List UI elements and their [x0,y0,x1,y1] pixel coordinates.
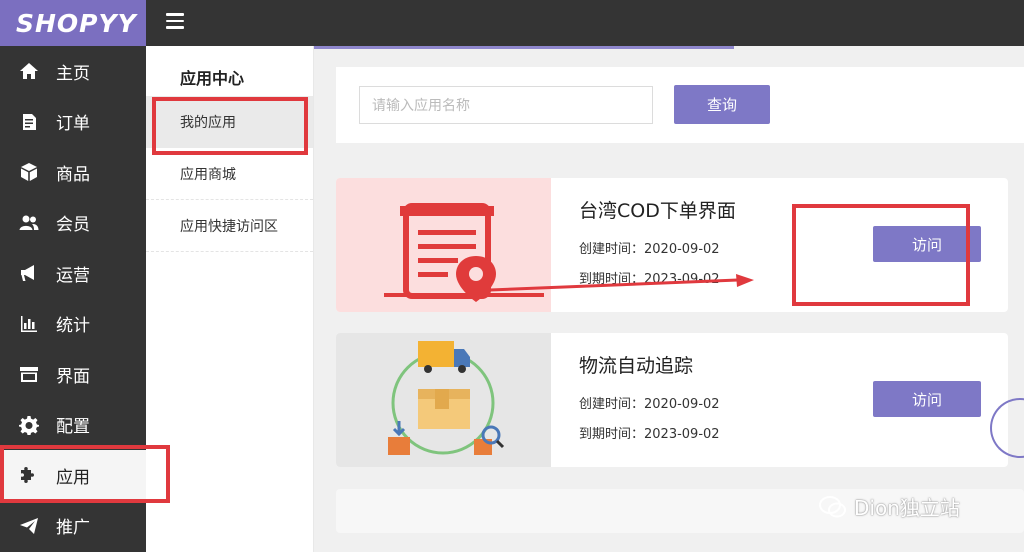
sidebar-item-label: 应用 [56,467,90,488]
app-center-subnav: 应用中心 我的应用 应用商城 应用快捷访问区 [146,46,314,552]
sidebar-item-statistics[interactable]: 统计 [0,299,146,350]
search-button[interactable]: 查询 [674,85,770,124]
sidebar-item-label: 配置 [56,417,90,438]
top-bar [146,0,1024,46]
sidebar-item-label: 会员 [56,215,90,236]
box-icon [18,161,40,183]
subnav-item-quick-access[interactable]: 应用快捷访问区 [146,200,313,252]
logistics-tracking-icon [336,333,551,467]
watermark: Dion独立站 [818,492,960,521]
brand-logo[interactable]: SHOPYY [0,0,146,46]
sidebar-item-apps[interactable]: 应用 [0,450,146,501]
visit-button[interactable]: 访问 [873,226,981,262]
visit-button[interactable]: 访问 [873,381,981,417]
menu-toggle-icon[interactable] [166,13,184,29]
gear-icon [18,414,40,436]
sidebar-item-settings[interactable]: 配置 [0,400,146,451]
app-search-input[interactable]: 请输入应用名称 [359,86,653,124]
sidebar-item-operations[interactable]: 运营 [0,248,146,299]
document-icon [18,111,40,133]
app-created-date: 创建时间：2020-09-02 [579,397,720,412]
sidebar-item-label: 界面 [56,366,90,387]
main-content: 请输入应用名称 查询 台湾COD下单界面 创建时间：2020-09-02 到期时… [314,49,1024,552]
sidebar-item-label: 订单 [56,114,90,135]
sidebar-item-products[interactable]: 商品 [0,147,146,198]
sidebar-item-promotion[interactable]: 推广 [0,501,146,552]
app-created-date: 创建时间：2020-09-02 [579,242,720,257]
main-sidebar: SHOPYY 主页 订单 商品 会员 运营 统计 界面 配置 应用 推广 [0,0,146,552]
bar-chart-icon [18,313,40,335]
watermark-text: Dion独立站 [854,496,960,520]
sidebar-item-label: 主页 [56,63,90,84]
sidebar-item-label: 运营 [56,265,90,286]
paper-plane-icon [18,515,40,537]
sidebar-item-label: 统计 [56,316,90,337]
wechat-icon [819,495,846,517]
home-icon [18,60,40,82]
app-expiry-date: 到期时间：2023-09-02 [579,427,720,442]
sidebar-item-home[interactable]: 主页 [0,46,146,97]
subnav-title: 应用中心 [180,69,245,88]
storefront-icon [18,363,40,385]
subnav-item-app-store[interactable]: 应用商城 [146,148,313,200]
app-card: 物流自动追踪 创建时间：2020-09-02 到期时间：2023-09-02 访… [336,333,1008,467]
puzzle-icon [18,464,40,486]
megaphone-icon [18,262,40,284]
main-nav: 主页 订单 商品 会员 运营 统计 界面 配置 应用 推广 [0,46,146,551]
sidebar-item-interface[interactable]: 界面 [0,349,146,400]
sidebar-item-orders[interactable]: 订单 [0,97,146,148]
subnav-item-my-apps[interactable]: 我的应用 [146,96,313,148]
search-panel: 请输入应用名称 查询 [336,67,1024,143]
annotation-arrow-icon [490,274,754,292]
app-name: 物流自动追踪 [579,355,694,377]
app-name: 台湾COD下单界面 [579,200,736,222]
sidebar-item-label: 商品 [56,164,90,185]
users-icon [18,212,40,234]
sidebar-item-members[interactable]: 会员 [0,198,146,249]
sidebar-item-label: 推广 [56,518,90,539]
